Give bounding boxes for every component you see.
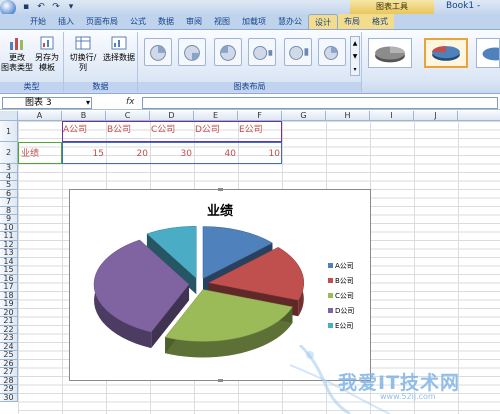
column-header-b[interactable]: B [62,111,106,121]
title-bar: ▪ ↶ ↷ ▾ 图表工具 Book1 - [0,0,500,16]
change-chart-type-button[interactable]: 更改 图表类型 [1,34,33,73]
watermark-url: www.52ij.com [380,392,436,401]
legend-swatch [328,293,333,298]
save-icon[interactable]: ▪ [20,1,32,13]
quick-access-toolbar: ▪ ↶ ↷ ▾ [20,1,77,13]
formula-input[interactable] [142,97,498,109]
legend-label: B公司 [335,276,354,285]
group-label-data: 数据 [64,82,137,92]
switch-row-column-button[interactable]: 切换行/列 [66,34,100,73]
legend-swatch [328,263,333,268]
column-header-k[interactable] [458,111,500,121]
ribbon-tabs: 开始 插入 页面布局 公式 数据 审阅 视图 加载项 慧办公 设计 布局 格式 [0,14,500,30]
tab-addins[interactable]: 加载项 [236,14,272,29]
window-title: Book1 - [446,1,481,11]
chart-layout-1[interactable] [144,38,172,66]
chart-style-partial[interactable] [476,38,500,68]
pie-plot-area[interactable] [74,214,324,384]
category-range-highlight [62,121,282,142]
select-data-icon [111,36,127,50]
column-header-g[interactable]: G [282,111,326,121]
switch-rowcol-icon [75,36,91,50]
tab-insert[interactable]: 插入 [52,14,80,29]
legend-item-2[interactable]: B公司 [328,273,354,288]
tab-home[interactable]: 开始 [24,14,52,29]
legend-label: A公司 [335,261,354,270]
redo-icon[interactable]: ↷ [50,1,62,13]
chart-layout-5[interactable] [284,38,312,66]
legend-label: D公司 [335,306,355,315]
tab-page-layout[interactable]: 页面布局 [80,14,124,29]
chart-layout-6[interactable] [318,38,346,66]
ribbon: 更改 图表类型 另存为 模板 类型 切换行/列 选择数据 数据 ▲ ▼ ▾ 图表布局 [0,30,500,94]
series-name-highlight [18,142,62,164]
select-all-corner[interactable] [0,111,18,121]
tab-chart-layout[interactable]: 布局 [338,14,366,29]
formula-bar: 图表 3 ▾ fx [0,96,500,110]
legend-item-1[interactable]: A公司 [328,258,354,273]
row-header-1[interactable]: 1 [0,121,18,142]
column-header-j[interactable]: J [414,111,458,121]
column-header-i[interactable]: I [370,111,414,121]
column-header-a[interactable]: A [18,111,62,121]
column-header-d[interactable]: D [150,111,194,121]
fx-icon[interactable]: fx [126,97,135,107]
tab-review[interactable]: 审阅 [180,14,208,29]
value-range-highlight [62,142,282,164]
tab-view[interactable]: 视图 [208,14,236,29]
legend-swatch [328,308,333,313]
undo-icon[interactable]: ↶ [35,1,47,13]
chart-style-multicolor[interactable] [424,38,468,68]
legend-swatch [328,278,333,283]
column-header-e[interactable]: E [194,111,238,121]
tab-format[interactable]: 格式 [366,14,394,29]
legend-item-3[interactable]: C公司 [328,288,354,303]
tab-huibangong[interactable]: 慧办公 [272,14,308,29]
namebox-dropdown-icon[interactable]: ▾ [86,98,90,107]
layout-gallery-scroll[interactable]: ▲ ▼ ▾ [350,36,360,76]
tab-formulas[interactable]: 公式 [124,14,152,29]
name-box[interactable]: 图表 3 [2,97,92,109]
chart-style-gray[interactable] [368,38,412,68]
chart-layout-3[interactable] [214,38,242,66]
chart-layout-2[interactable] [178,38,206,66]
save-as-template-button[interactable]: 另存为 模板 [33,34,61,73]
chart-tools-context: 图表工具 [350,0,434,14]
legend-item-5[interactable]: E公司 [328,318,354,333]
legend-label: C公司 [335,291,354,300]
chart-legend[interactable]: A公司 B公司 C公司 D公司 E公司 [328,258,354,333]
group-label-chart-layout: 图表布局 [138,82,361,92]
column-header-h[interactable]: H [326,111,370,121]
template-icon [40,36,54,50]
legend-swatch [328,323,333,328]
group-type: 更改 图表类型 另存为 模板 类型 [0,32,64,92]
chart-layout-4[interactable] [248,38,276,66]
column-header-f[interactable]: F [238,111,282,121]
group-label-type: 类型 [0,82,63,92]
legend-label: E公司 [335,321,354,330]
group-chart-layout: ▲ ▼ ▾ 图表布局 [138,32,362,92]
group-chart-styles [362,32,500,92]
group-data: 切换行/列 选择数据 数据 [64,32,138,92]
select-data-button[interactable]: 选择数据 [102,34,136,63]
tab-data[interactable]: 数据 [152,14,180,29]
tab-design[interactable]: 设计 [308,14,338,29]
row-header-2[interactable]: 2 [0,142,18,164]
watermark-text: 我爱IT技术网 [338,372,461,394]
chart-type-icon [10,38,23,50]
chart-resize-handle-top[interactable] [218,188,223,191]
qat-dropdown-icon[interactable]: ▾ [65,1,77,13]
column-header-c[interactable]: C [106,111,150,121]
row-header-30[interactable]: 30 [0,393,18,402]
legend-item-4[interactable]: D公司 [328,303,354,318]
